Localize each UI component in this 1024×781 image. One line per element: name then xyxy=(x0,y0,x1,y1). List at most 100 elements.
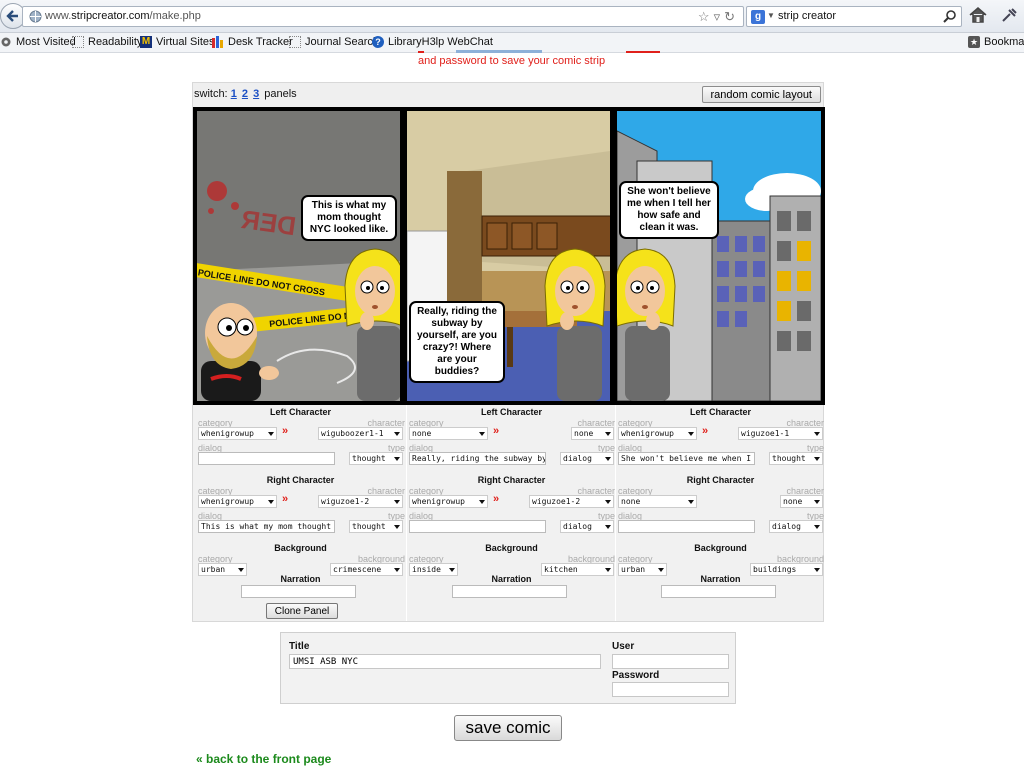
page-icon xyxy=(72,36,84,48)
add-character-icon[interactable]: » xyxy=(282,493,288,505)
comic-panel-3[interactable]: She won't believe me when I tell her how… xyxy=(617,111,821,401)
bookmark-readability[interactable]: Readability xyxy=(72,36,142,48)
chevron-down-icon xyxy=(814,525,820,529)
bookmark-libraryh3lp[interactable]: ? LibraryH3lp WebChat xyxy=(372,36,493,48)
right-category-select[interactable]: none xyxy=(618,495,697,508)
user-input[interactable] xyxy=(612,654,729,669)
bookmark-journal-search[interactable]: Journal Search xyxy=(289,36,379,48)
select-value: wiguzoe1-2 xyxy=(532,497,581,506)
switch-2-panels[interactable]: 2 xyxy=(242,88,248,100)
left-dialog-input[interactable]: She won't believe me when I tell xyxy=(618,452,755,465)
login-link-fragment[interactable] xyxy=(456,50,542,53)
switch-label: switch: xyxy=(194,88,228,100)
comic-panel-1[interactable]: DER POLICE LINE DO NOT CROSS POLICE LINE… xyxy=(197,111,400,401)
chevron-down-icon xyxy=(658,568,664,572)
left-character-select[interactable]: wiguzoe1-1 xyxy=(738,427,823,440)
right-category-select[interactable]: whenigrowup xyxy=(198,495,277,508)
left-dialog-input[interactable]: Really, riding the subway by your xyxy=(409,452,546,465)
engine-dropdown-icon[interactable]: ▼ xyxy=(767,11,775,20)
left-character-heading: Left Character xyxy=(269,407,332,417)
search-engine-icon[interactable]: g xyxy=(751,10,765,24)
search-icon[interactable] xyxy=(943,9,957,23)
save-form: Title User Password xyxy=(280,632,736,704)
left-dialog-input[interactable] xyxy=(198,452,335,465)
switch-3-panels[interactable]: 3 xyxy=(253,88,259,100)
thought-bubble[interactable]: She won't believe me when I tell her how… xyxy=(619,181,719,239)
select-value: whenigrowup xyxy=(412,497,465,506)
clone-panel-button[interactable]: Clone Panel xyxy=(266,603,338,619)
left-character-select[interactable]: wiguboozer1-1 xyxy=(318,427,403,440)
chevron-down-icon xyxy=(605,432,611,436)
home-icon[interactable] xyxy=(968,6,988,24)
switch-1-panel[interactable]: 1 xyxy=(231,88,237,100)
left-type-select[interactable]: thought xyxy=(769,452,823,465)
narration-input[interactable] xyxy=(452,585,567,598)
user-label: User xyxy=(612,641,635,652)
bookmark-virtual-sites[interactable]: M Virtual Sites xyxy=(140,36,215,48)
address-bar[interactable]: www.stripcreator.com/make.php ☆▿↻ xyxy=(22,6,744,27)
reload-icon[interactable]: ↻ xyxy=(724,9,739,24)
narration-input[interactable] xyxy=(661,585,776,598)
save-comic-button[interactable]: save comic xyxy=(454,715,562,741)
chevron-down-icon xyxy=(814,500,820,504)
back-arrow-icon xyxy=(6,10,18,22)
right-category-select[interactable]: whenigrowup xyxy=(409,495,488,508)
add-character-icon[interactable]: » xyxy=(702,425,708,437)
select-value: wiguboozer1-1 xyxy=(321,429,384,438)
bookmark-label: Journal Search xyxy=(305,36,379,48)
panel-1-controls: Left Character category character whenig… xyxy=(196,405,405,621)
narration-input[interactable] xyxy=(241,585,356,598)
star-icon[interactable]: ☆ xyxy=(698,9,714,24)
michigan-logo-icon: M xyxy=(140,36,152,48)
right-type-select[interactable]: dialog xyxy=(560,520,614,533)
right-character-select[interactable]: none xyxy=(780,495,823,508)
search-bar[interactable]: g ▼ strip creator xyxy=(746,6,962,27)
select-value: wiguzoe1-1 xyxy=(741,429,790,438)
bookmark-desk-tracker[interactable]: Desk Tracker xyxy=(212,36,293,48)
left-type-select[interactable]: dialog xyxy=(560,452,614,465)
bookmark-most-visited[interactable]: Most Visited xyxy=(0,36,76,48)
chevron-down-icon xyxy=(394,568,400,572)
left-category-select[interactable]: whenigrowup xyxy=(618,427,697,440)
gear-icon xyxy=(1,37,11,47)
select-value: dialog xyxy=(563,454,592,463)
password-input[interactable] xyxy=(612,682,729,697)
select-value: thought xyxy=(352,522,386,531)
back-to-front-page-link[interactable]: « back to the front page xyxy=(196,752,331,766)
bar-chart-icon xyxy=(212,36,223,48)
left-category-select[interactable]: none xyxy=(409,427,488,440)
right-dialog-input[interactable] xyxy=(409,520,546,533)
comic-panel-2[interactable]: Really, riding the subway by yourself, a… xyxy=(407,111,610,401)
narration-heading: Narration xyxy=(280,574,321,584)
dialog-bubble[interactable]: Really, riding the subway by yourself, a… xyxy=(409,301,505,383)
right-character-select[interactable]: wiguzoe1-2 xyxy=(529,495,614,508)
random-layout-button[interactable]: random comic layout xyxy=(701,86,821,103)
login-note-fragment xyxy=(418,51,424,53)
right-type-select[interactable]: thought xyxy=(349,520,403,533)
right-type-select[interactable]: dialog xyxy=(769,520,823,533)
chevron-down-icon xyxy=(238,568,244,572)
add-character-icon[interactable]: » xyxy=(282,425,288,437)
browser-toolbar: www.stripcreator.com/make.php ☆▿↻ g ▼ st… xyxy=(0,0,1024,33)
select-value: wiguzoe1-2 xyxy=(321,497,370,506)
globe-icon xyxy=(29,10,42,23)
add-character-icon[interactable]: » xyxy=(493,425,499,437)
dropdown-icon[interactable]: ▿ xyxy=(714,9,725,24)
bookmarks-menu[interactable]: ★ Bookma xyxy=(968,36,1024,48)
url-path: /make.php xyxy=(149,10,201,22)
select-value: thought xyxy=(772,454,806,463)
select-value: urban xyxy=(201,565,226,574)
search-text: strip creator xyxy=(778,10,837,22)
left-type-select[interactable]: thought xyxy=(349,452,403,465)
left-character-select[interactable]: none xyxy=(571,427,614,440)
thought-bubble[interactable]: This is what my mom thought NYC looked l… xyxy=(301,195,397,241)
select-value: whenigrowup xyxy=(201,429,254,438)
title-input[interactable] xyxy=(289,654,601,669)
title-label: Title xyxy=(289,641,310,652)
right-character-select[interactable]: wiguzoe1-2 xyxy=(318,495,403,508)
addon-icon[interactable] xyxy=(1000,7,1018,25)
right-dialog-input[interactable]: This is what my mom thought NY xyxy=(198,520,335,533)
left-category-select[interactable]: whenigrowup xyxy=(198,427,277,440)
right-dialog-input[interactable] xyxy=(618,520,755,533)
add-character-icon[interactable]: » xyxy=(493,493,499,505)
